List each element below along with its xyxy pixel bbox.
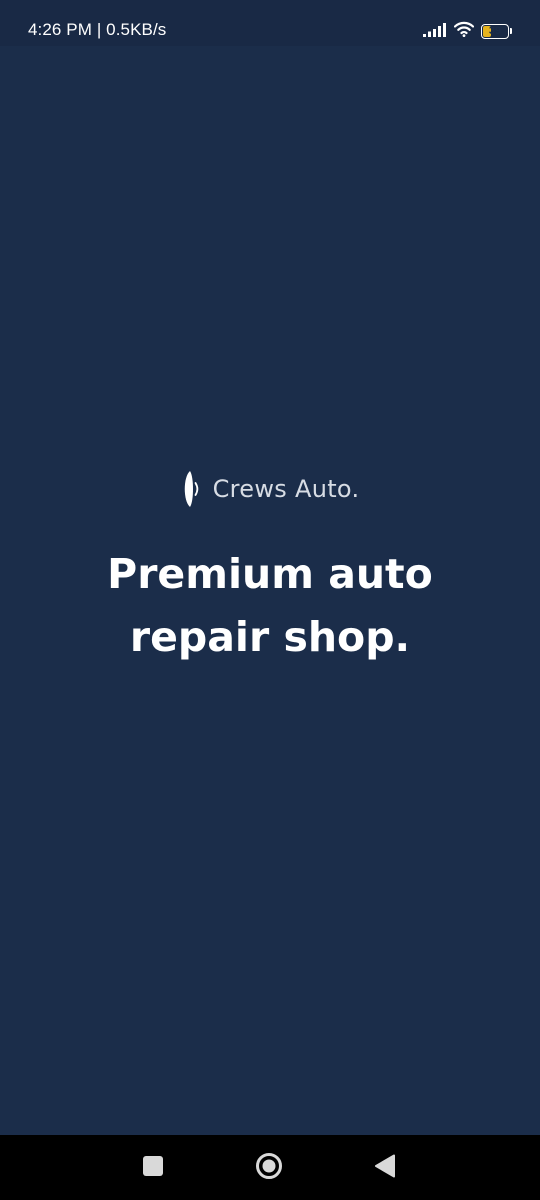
- navigation-bar: [0, 1135, 540, 1200]
- brand-name: Crews Auto.: [212, 475, 360, 503]
- tagline: Premium auto repair shop.: [0, 543, 540, 669]
- recents-button[interactable]: [138, 1153, 168, 1183]
- crews-logo-icon: [181, 468, 203, 510]
- tagline-line-1: Premium auto: [107, 550, 433, 598]
- status-bar: 4:26 PM | 0.5KB/s 39: [0, 0, 540, 46]
- status-icons: 39: [423, 21, 512, 41]
- battery-icon: 39: [481, 23, 509, 39]
- circle-icon: [255, 1152, 283, 1184]
- signal-icon: [423, 22, 447, 41]
- status-time: 4:26 PM | 0.5KB/s: [28, 20, 167, 39]
- back-triangle-icon: [374, 1154, 396, 1182]
- battery-cap: [510, 28, 512, 34]
- back-button[interactable]: [370, 1153, 400, 1183]
- tagline-line-2: repair shop.: [129, 613, 411, 661]
- brand: Crews Auto.: [0, 468, 540, 510]
- square-icon: [142, 1155, 164, 1181]
- home-button[interactable]: [254, 1153, 284, 1183]
- wifi-icon: [453, 21, 475, 41]
- battery-level: 39: [488, 24, 502, 37]
